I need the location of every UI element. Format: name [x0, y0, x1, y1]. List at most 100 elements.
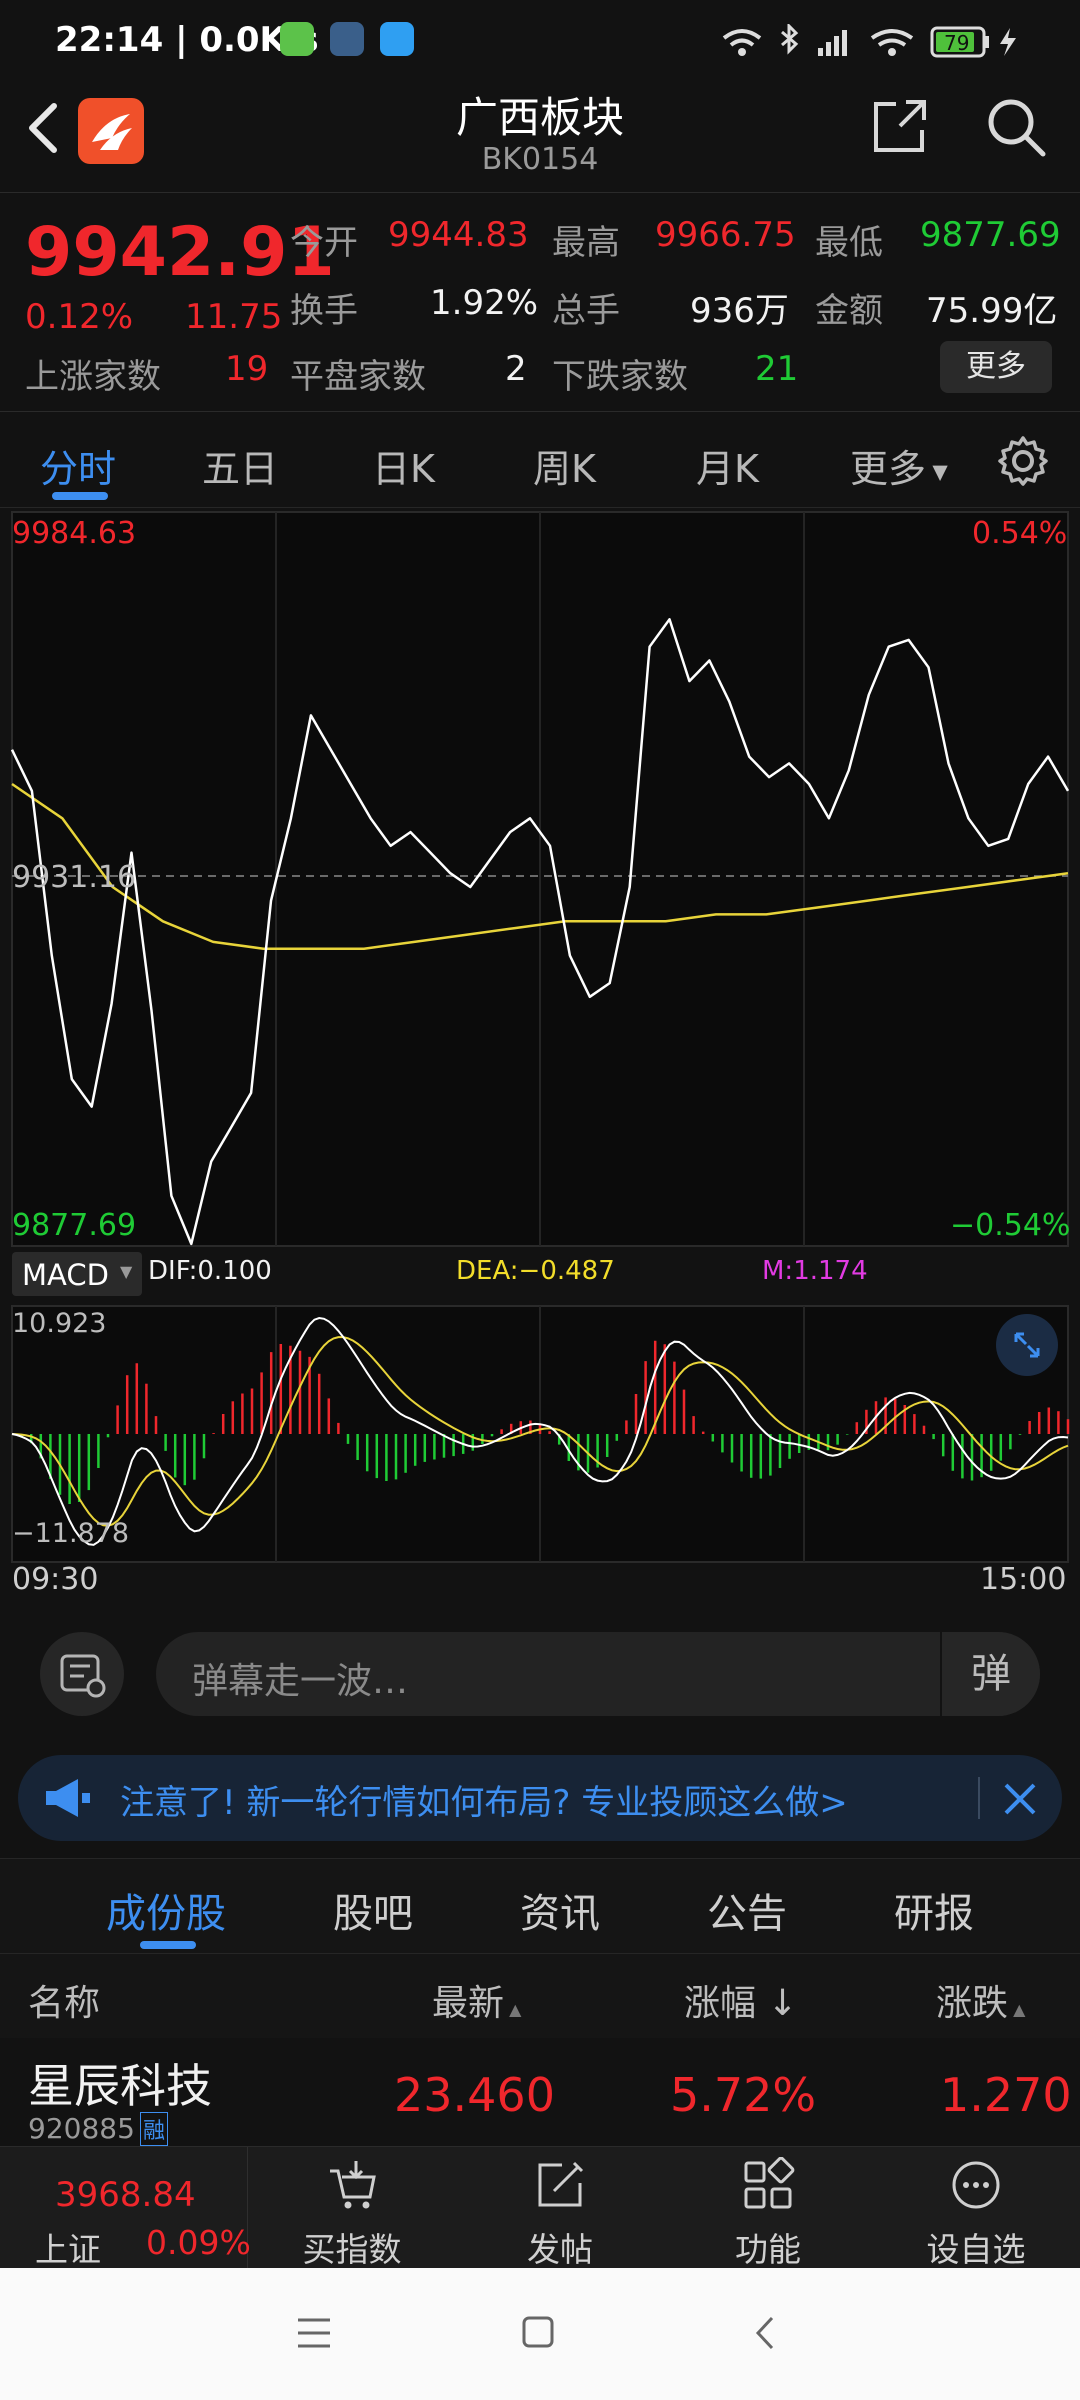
column-name: 名称: [28, 1983, 101, 2024]
macd-dea: DEA:−0.487: [456, 1256, 615, 1286]
expand-icon[interactable]: [996, 1314, 1058, 1376]
buy-index-button[interactable]: 买指数: [262, 2147, 442, 2269]
home-icon[interactable]: [520, 2314, 556, 2350]
high-value: 9966.75: [655, 215, 796, 255]
functions-label: 功能: [735, 2230, 801, 2269]
price-axis-low: 9877.69: [12, 1208, 137, 1243]
table-header: 名称 最新 ▲ 涨幅 ↓ 涨跌 ▲: [0, 1954, 1080, 2038]
price-axis-high: 9984.63: [12, 516, 137, 551]
post-button[interactable]: 发帖: [470, 2147, 650, 2269]
tab-more[interactable]: 更多 ▼: [850, 438, 948, 493]
back-icon[interactable]: [750, 2314, 780, 2352]
megaphone-icon: [46, 1779, 90, 1817]
tab-constituents[interactable]: 成份股: [106, 1881, 226, 1939]
time-axis-start: 09:30: [12, 1562, 99, 1597]
post-label: 发帖: [527, 2230, 593, 2269]
system-status-icons: 79: [722, 24, 1016, 58]
grid-icon: [744, 2157, 795, 2209]
add-watchlist-button[interactable]: 设自选: [886, 2147, 1066, 2269]
tab-forum[interactable]: 股吧: [333, 1881, 413, 1939]
share-icon[interactable]: [870, 96, 930, 156]
add-watchlist-label: 设自选: [926, 2230, 1026, 2269]
tab-research[interactable]: 研报: [894, 1881, 974, 1939]
low-value: 9877.69: [920, 215, 1061, 255]
tab-weekly[interactable]: 周K: [533, 438, 596, 493]
tab-daily[interactable]: 日K: [372, 438, 435, 493]
danmu-input[interactable]: 弹幕走一波… 弹: [156, 1632, 1040, 1716]
intraday-chart[interactable]: [0, 508, 1080, 1608]
price-axis-mid: 9931.16: [12, 860, 137, 895]
change-value: 11.75: [185, 297, 283, 337]
index-ticker[interactable]: 3968.84 上证 0.09%: [0, 2147, 251, 2269]
index-change: 0.09%: [146, 2223, 251, 2262]
change-percent: 0.12%: [25, 297, 134, 337]
high-label: 最高: [552, 223, 620, 263]
macd-axis-low: −11.878: [12, 1518, 130, 1549]
tab-active-indicator: [52, 492, 108, 500]
column-latest[interactable]: 最新 ▲: [432, 1974, 521, 2026]
close-icon[interactable]: [1000, 1779, 1040, 1819]
tab-announcements[interactable]: 公告: [707, 1881, 787, 1939]
stock-code: 920885: [28, 2112, 135, 2145]
bottom-nav: 3968.84 上证 0.09% 买指数 发帖 功能 设自选: [0, 2146, 1080, 2269]
tab-intraday[interactable]: 分时: [40, 438, 116, 493]
turnover-value: 1.92%: [430, 283, 539, 323]
quote-panel: 9942.91 0.12% 11.75 上涨家数 19 今开 9944.83 最…: [0, 192, 1080, 412]
open-label: 今开: [290, 223, 358, 263]
macd-dif: DIF:0.100: [148, 1256, 272, 1286]
column-latest-label: 最新: [432, 1983, 505, 2024]
pct-axis-high: 0.54%: [972, 516, 1068, 551]
header: 广西板块 BK0154: [0, 80, 1080, 192]
stock-name: 星辰科技: [28, 2059, 212, 2113]
danmu-toggle-button[interactable]: 弹: [940, 1632, 1040, 1716]
tab-news[interactable]: 资讯: [520, 1881, 600, 1939]
down-count-label: 下跌家数: [552, 357, 688, 397]
volume-label: 总手: [552, 291, 620, 331]
time-axis-end: 15:00: [980, 1562, 1067, 1597]
svg-text:79: 79: [944, 31, 969, 55]
message-notification-icon: [380, 22, 414, 56]
tab-five-day[interactable]: 五日: [202, 438, 278, 493]
flat-count-label: 平盘家数: [290, 357, 426, 397]
column-change-label: 涨跌: [936, 1983, 1009, 2024]
settings-notification-icon: [330, 22, 364, 56]
menu-icon[interactable]: [296, 2316, 332, 2350]
tab-more-label: 更多: [850, 447, 927, 491]
volume-value: 936万: [690, 291, 789, 331]
search-icon[interactable]: [985, 96, 1047, 158]
indicator-name: MACD: [22, 1258, 109, 1292]
section-tabs: 成份股 股吧 资讯 公告 研报: [0, 1858, 1080, 1954]
chart-period-tabs: 分时 五日 日K 周K 月K 更多 ▼: [0, 412, 1080, 508]
flat-count: 2: [505, 349, 527, 389]
notice-text[interactable]: 注意了! 新一轮行情如何布局? 专业投顾这么做>: [120, 1775, 848, 1824]
chart-area[interactable]: 9984.63 0.54% 9931.16 9877.69 −0.54% MAC…: [0, 508, 1080, 1608]
functions-button[interactable]: 功能: [678, 2147, 858, 2269]
index-value: 3968.84: [55, 2175, 196, 2215]
margin-badge: 融: [140, 2112, 169, 2146]
stock-change-pct: 5.72%: [670, 2068, 817, 2122]
more-quote-button[interactable]: 更多: [940, 341, 1052, 393]
column-change-pct[interactable]: 涨幅 ↓: [684, 1974, 798, 2026]
notice-divider: [978, 1777, 980, 1819]
tab-monthly[interactable]: 月K: [696, 438, 759, 493]
sort-icon: ▲: [1008, 2000, 1026, 2019]
section-tab-indicator: [140, 1941, 196, 1949]
column-change[interactable]: 涨跌 ▲: [936, 1974, 1025, 2026]
more-dots-icon: [952, 2161, 1000, 2209]
macd-axis-high: 10.923: [12, 1308, 107, 1339]
dropdown-icon: ▼: [926, 459, 948, 484]
status-bar: 22:14 | 0.0K/s 79: [0, 0, 1080, 80]
open-value: 9944.83: [388, 215, 529, 255]
turnover-label: 换手: [290, 291, 358, 331]
buy-index-label: 买指数: [302, 2230, 402, 2269]
gear-icon[interactable]: [996, 434, 1050, 488]
system-nav-bar: [0, 2268, 1080, 2400]
down-count: 21: [755, 349, 799, 389]
danmu-settings-icon[interactable]: [40, 1632, 124, 1716]
current-price: 9942.91: [25, 213, 335, 292]
indicator-selector[interactable]: MACD ▼: [12, 1252, 142, 1296]
notice-banner[interactable]: 注意了! 新一轮行情如何布局? 专业投顾这么做>: [18, 1755, 1062, 1841]
sort-icon: ▲: [504, 2000, 522, 2019]
danmu-placeholder: 弹幕走一波…: [192, 1661, 409, 1702]
table-row[interactable]: 星辰科技 920885 融 23.460 5.72% 1.270: [0, 2038, 1080, 2146]
